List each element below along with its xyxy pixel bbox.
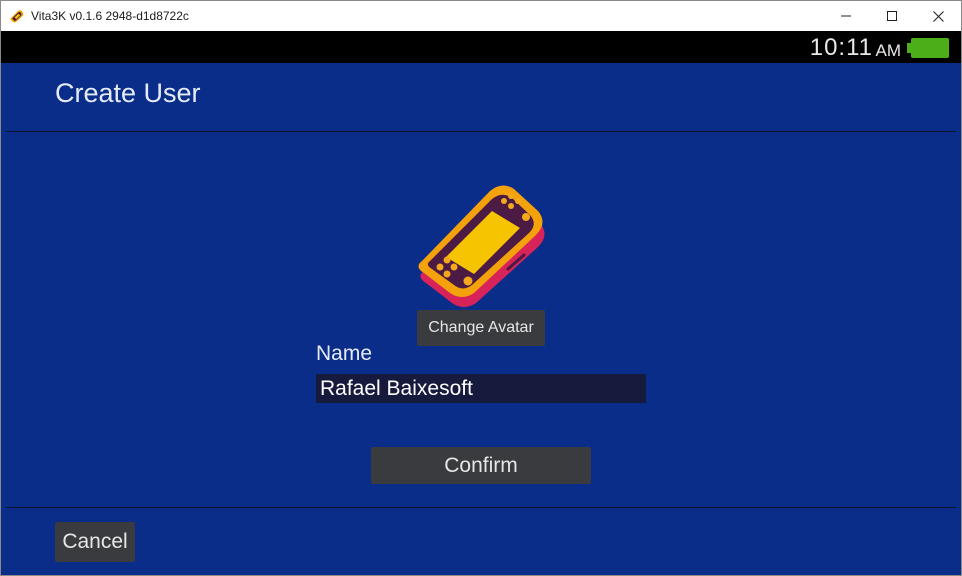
change-avatar-button[interactable]: Change Avatar — [417, 310, 545, 346]
confirm-button[interactable]: Confirm — [371, 447, 591, 484]
minimize-button[interactable] — [823, 1, 869, 31]
clock-time: 10:11 — [809, 34, 873, 61]
create-user-screen: Create User Change Avatar Name Rafael Ba… — [1, 63, 961, 575]
name-input[interactable] — [316, 374, 646, 403]
ps-vita-avatar-icon — [418, 185, 545, 307]
close-button[interactable] — [915, 1, 961, 31]
name-label: Name — [316, 342, 373, 365]
app-window: Vita3K v0.1.6 2948-d1d8722c 10:11 AM Cre… — [0, 0, 962, 576]
close-icon — [932, 10, 944, 22]
clock-ampm: AM — [875, 41, 902, 60]
maximize-icon — [887, 11, 897, 21]
window-title: Vita3K v0.1.6 2948-d1d8722c — [31, 9, 189, 23]
vita3k-logo-icon — [10, 10, 24, 23]
footer-divider — [6, 507, 956, 508]
status-bar: 10:11 AM — [1, 31, 961, 63]
battery-icon — [907, 38, 949, 58]
title-bar[interactable]: Vita3K v0.1.6 2948-d1d8722c — [1, 1, 961, 31]
cancel-button[interactable]: Cancel — [55, 522, 135, 562]
minimize-icon — [841, 15, 851, 17]
header-divider — [6, 131, 956, 132]
maximize-button[interactable] — [869, 1, 915, 31]
page-title: Create User — [55, 78, 201, 108]
